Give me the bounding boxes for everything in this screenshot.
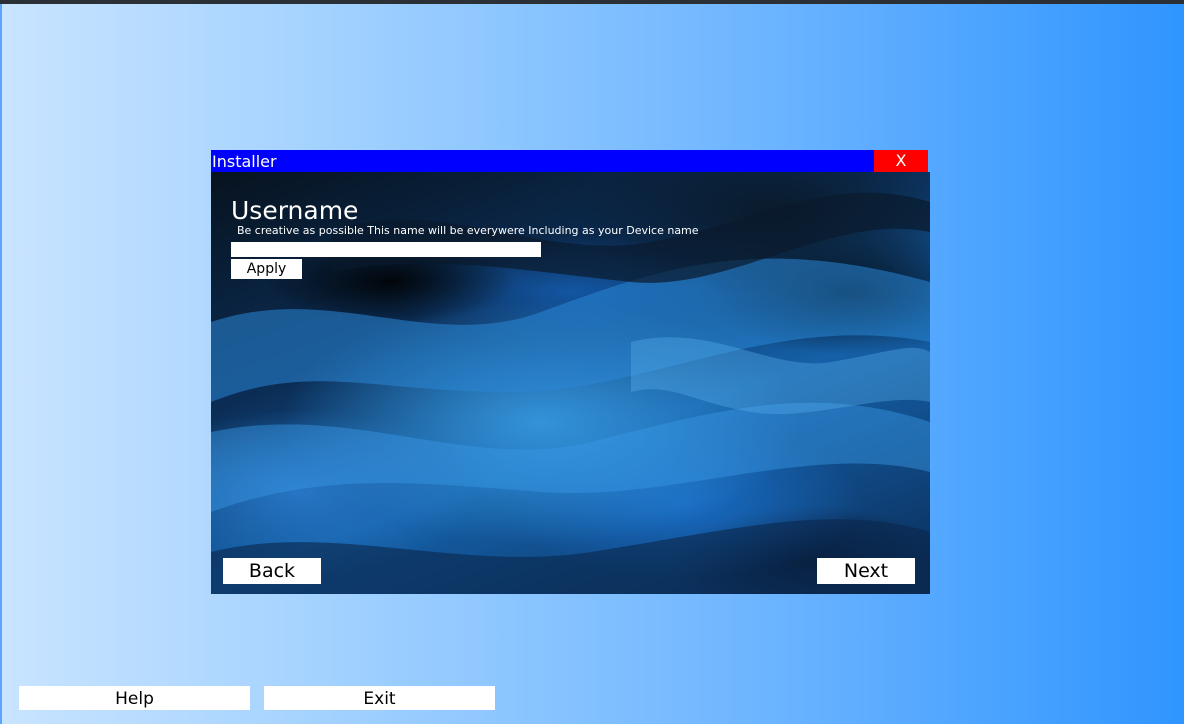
top-border bbox=[0, 0, 1184, 4]
page-description: Be creative as possible This name will b… bbox=[237, 224, 699, 237]
window-title: Installer bbox=[212, 152, 277, 171]
art-swirl-5 bbox=[631, 337, 930, 415]
close-button[interactable]: X bbox=[874, 150, 928, 172]
apply-button[interactable]: Apply bbox=[231, 259, 302, 279]
next-button[interactable]: Next bbox=[817, 558, 915, 584]
username-input[interactable] bbox=[231, 242, 541, 257]
back-button[interactable]: Back bbox=[223, 558, 321, 584]
exit-button[interactable]: Exit bbox=[264, 686, 495, 710]
page-heading: Username bbox=[231, 196, 359, 225]
installer-window: Installer X Username Be creative as poss… bbox=[211, 150, 930, 594]
desktop-background: Installer X Username Be creative as poss… bbox=[0, 0, 1184, 724]
help-button[interactable]: Help bbox=[19, 686, 250, 710]
art-swirl-2 bbox=[211, 402, 930, 512]
installer-content: Username Be creative as possible This na… bbox=[211, 172, 930, 594]
left-border bbox=[0, 4, 2, 724]
window-titlebar[interactable]: Installer bbox=[211, 150, 874, 172]
